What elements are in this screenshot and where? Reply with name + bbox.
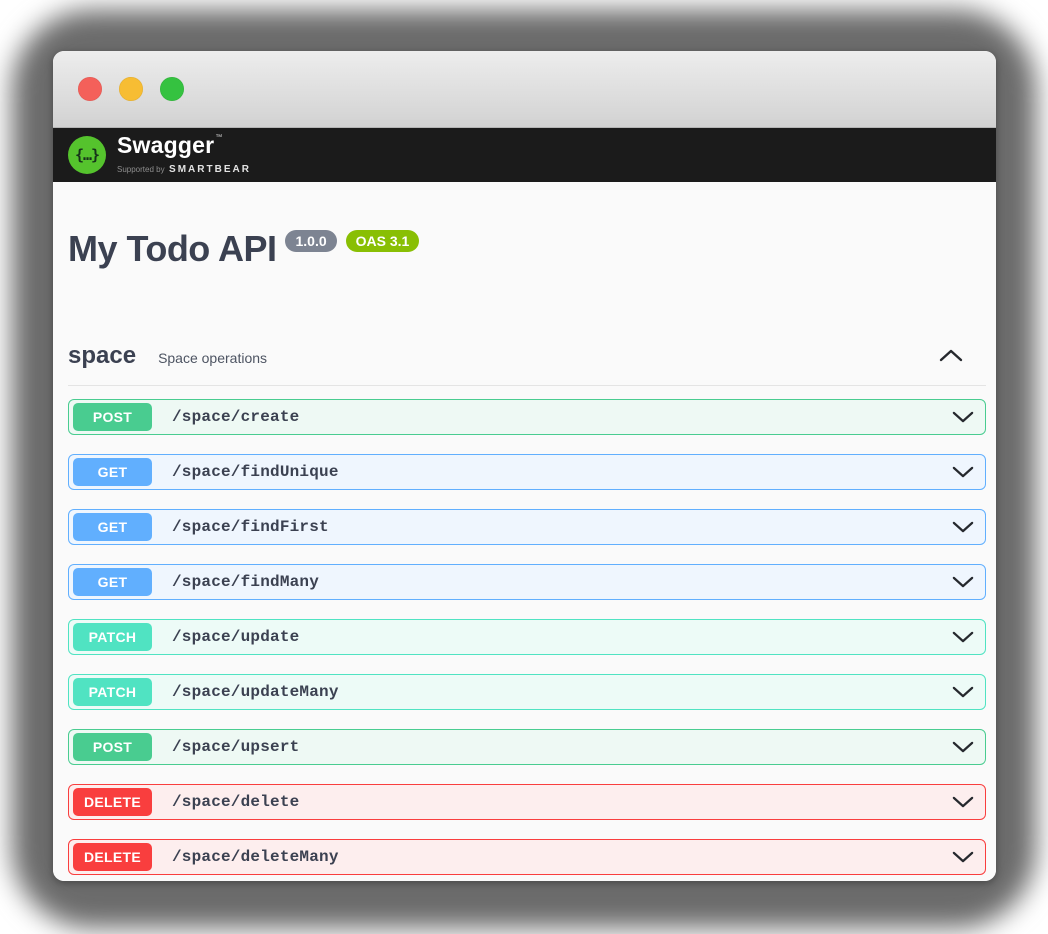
swagger-logo: {…} Swagger™ Supported by SMARTBEAR [68, 134, 251, 176]
operation-path: /space/delete [172, 793, 299, 811]
operation-row[interactable]: DELETE /space/delete [68, 784, 986, 820]
minimize-button[interactable] [119, 77, 143, 101]
api-title-row: My Todo API 1.0.0 OAS 3.1 [68, 230, 986, 268]
operation-path: /space/upsert [172, 738, 299, 756]
operation-path: /space/updateMany [172, 683, 339, 701]
chevron-down-icon[interactable] [952, 796, 974, 808]
chevron-down-icon[interactable] [952, 631, 974, 643]
method-badge: GET [73, 568, 152, 596]
api-docs-content: My Todo API 1.0.0 OAS 3.1 space Space op… [53, 182, 996, 881]
oas-badge: OAS 3.1 [346, 230, 420, 252]
operation-path: /space/create [172, 408, 299, 426]
close-button[interactable] [78, 77, 102, 101]
supported-by-line: Supported by SMARTBEAR [117, 160, 251, 176]
operation-path: /space/findFirst [172, 518, 329, 536]
logo-braces-glyph: {…} [75, 146, 99, 164]
trademark-symbol: ™ [215, 134, 222, 141]
method-badge: DELETE [73, 843, 152, 871]
api-title: My Todo API [68, 230, 276, 268]
operation-row[interactable]: GET /space/findFirst [68, 509, 986, 545]
method-badge: PATCH [73, 623, 152, 651]
window-titlebar [53, 51, 996, 128]
operation-row[interactable]: POST /space/upsert [68, 729, 986, 765]
operations-list: POST /space/create GET /space/findUnique… [68, 399, 986, 875]
method-badge: PATCH [73, 678, 152, 706]
method-badge: GET [73, 513, 152, 541]
operation-row[interactable]: POST /space/create [68, 399, 986, 435]
operation-path: /space/deleteMany [172, 848, 339, 866]
operation-path: /space/findMany [172, 573, 319, 591]
method-badge: DELETE [73, 788, 152, 816]
chevron-down-icon[interactable] [952, 411, 974, 423]
zoom-button[interactable] [160, 77, 184, 101]
chevron-down-icon[interactable] [952, 686, 974, 698]
app-window: {…} Swagger™ Supported by SMARTBEAR My T… [53, 51, 996, 881]
tag-name: space [68, 342, 136, 370]
chevron-down-icon[interactable] [952, 576, 974, 588]
swagger-topbar: {…} Swagger™ Supported by SMARTBEAR [53, 128, 996, 182]
operation-path: /space/update [172, 628, 299, 646]
method-badge: POST [73, 733, 152, 761]
swagger-logo-icon: {…} [68, 136, 106, 174]
method-badge: GET [73, 458, 152, 486]
method-badge: POST [73, 403, 152, 431]
page-background: {…} Swagger™ Supported by SMARTBEAR My T… [0, 0, 1048, 934]
tag-section-header[interactable]: space Space operations [68, 342, 986, 386]
chevron-down-icon[interactable] [952, 851, 974, 863]
tag-description: Space operations [158, 346, 267, 366]
chevron-down-icon[interactable] [952, 466, 974, 478]
operation-row[interactable]: GET /space/findMany [68, 564, 986, 600]
smartbear-wordmark: SMARTBEAR [169, 164, 251, 175]
brand-name: Swagger [117, 132, 214, 158]
version-badge: 1.0.0 [285, 230, 336, 252]
chevron-down-icon[interactable] [952, 741, 974, 753]
brand-block: Swagger™ Supported by SMARTBEAR [117, 134, 251, 176]
operation-row[interactable]: PATCH /space/update [68, 619, 986, 655]
chevron-down-icon[interactable] [952, 521, 974, 533]
chevron-up-icon[interactable] [939, 349, 963, 362]
supported-by-label: Supported by [117, 165, 165, 174]
operation-path: /space/findUnique [172, 463, 339, 481]
operation-row[interactable]: GET /space/findUnique [68, 454, 986, 490]
operation-row[interactable]: PATCH /space/updateMany [68, 674, 986, 710]
operation-row[interactable]: DELETE /space/deleteMany [68, 839, 986, 875]
